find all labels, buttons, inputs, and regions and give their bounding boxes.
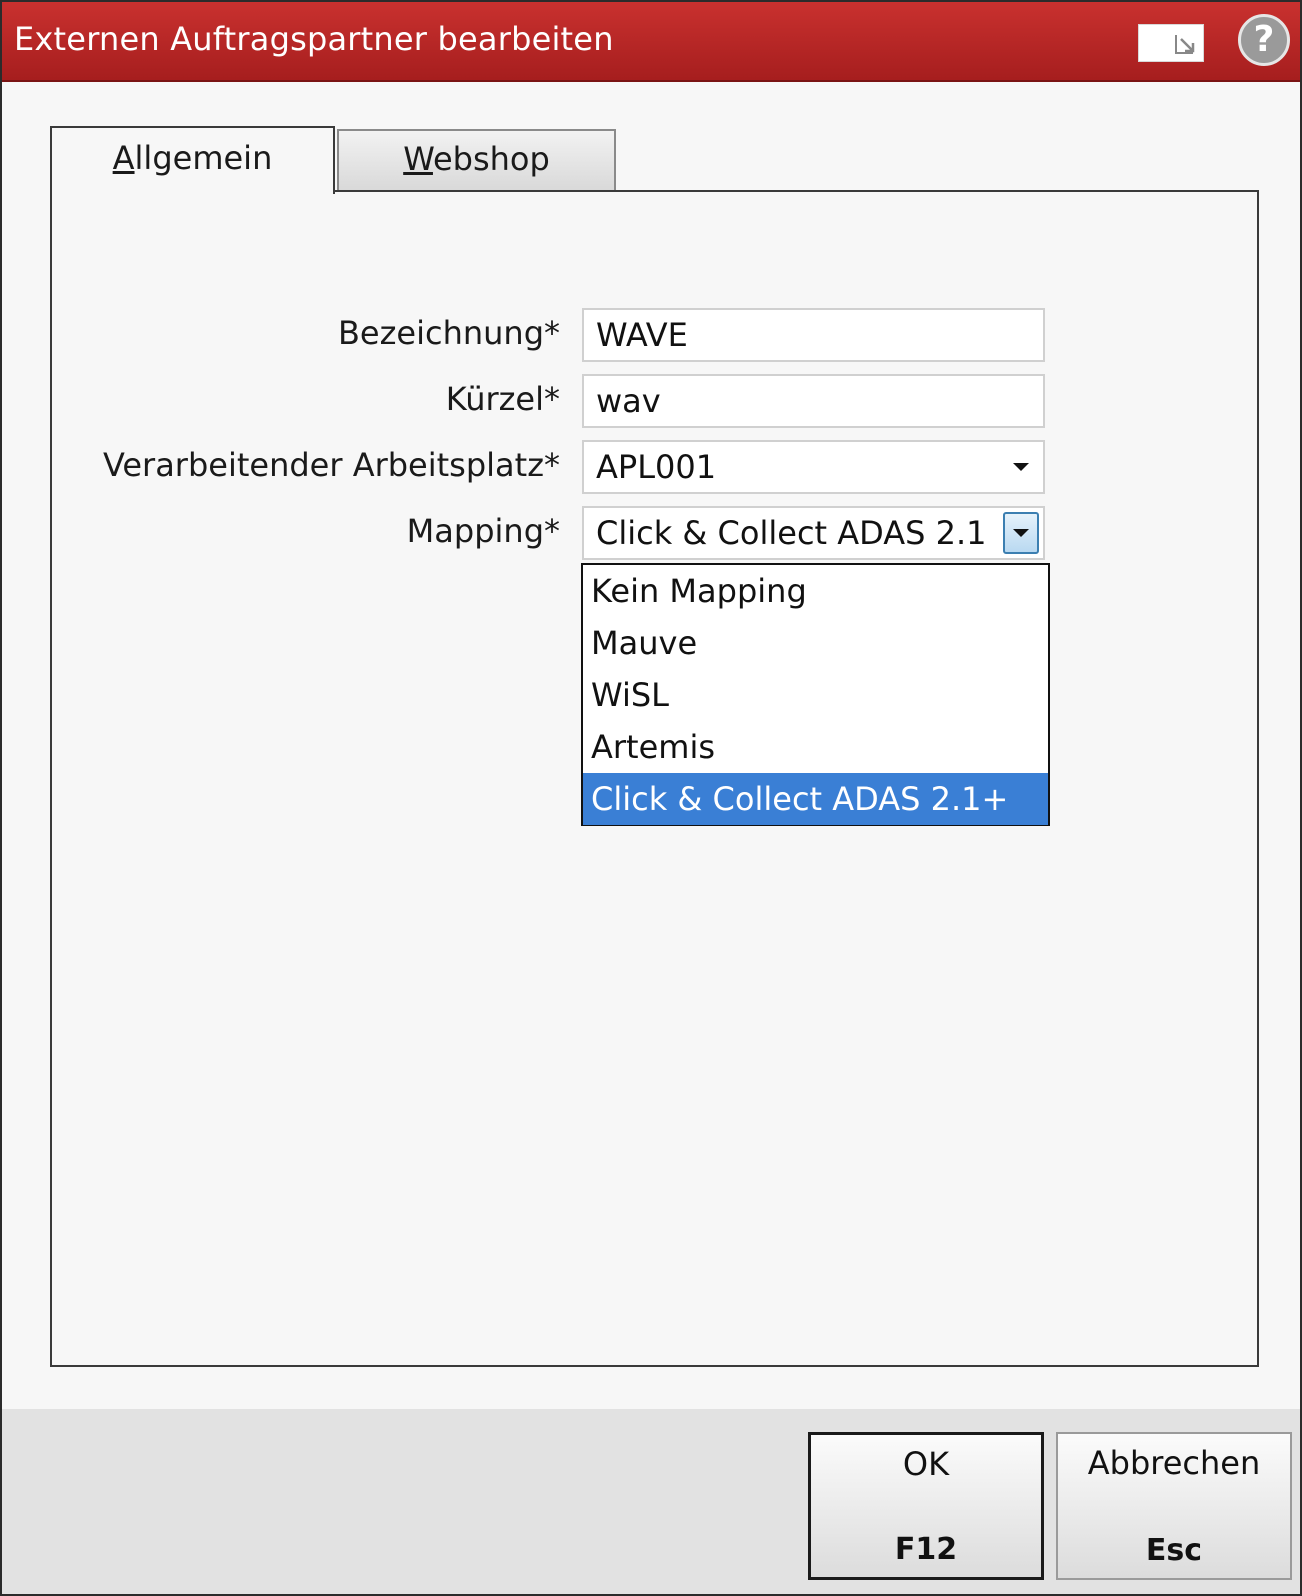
title-bar[interactable]: Externen Auftragspartner bearbeiten ? bbox=[2, 2, 1300, 82]
mapping-option-click-collect-adas[interactable]: Click & Collect ADAS 2.1+ bbox=[583, 773, 1048, 825]
mapping-option-wisl[interactable]: WiSL bbox=[583, 669, 1048, 721]
cancel-button-shortcut: Esc bbox=[1145, 1533, 1203, 1568]
mapping-select[interactable]: Click & Collect ADAS 2.1 bbox=[582, 506, 1045, 560]
chevron-down-icon bbox=[1013, 529, 1029, 537]
arbeitsplatz-label: Verarbeitender Arbeitsplatz* bbox=[102, 446, 560, 484]
bezeichnung-input[interactable]: WAVE bbox=[582, 308, 1045, 362]
mapping-option-kein-mapping[interactable]: Kein Mapping bbox=[583, 565, 1048, 617]
mapping-dropdown-list: Kein Mapping Mauve WiSL Artemis Click & … bbox=[581, 563, 1050, 826]
kuerzel-input[interactable]: wav bbox=[582, 374, 1045, 428]
tab-webshop[interactable]: Webshop bbox=[337, 129, 616, 190]
mapping-option-mauve[interactable]: Mauve bbox=[583, 617, 1048, 669]
mapping-dropdown-button[interactable] bbox=[1003, 512, 1039, 554]
ok-button-label: OK bbox=[902, 1445, 950, 1483]
ok-button[interactable]: OK F12 bbox=[808, 1432, 1044, 1580]
tab-allgemein[interactable]: Allgemein bbox=[50, 126, 335, 194]
tab-webshop-mnemonic: W bbox=[403, 140, 433, 178]
arbeitsplatz-dropdown-button[interactable] bbox=[1003, 446, 1039, 488]
help-icon[interactable]: ? bbox=[1238, 14, 1290, 66]
mapping-label: Mapping* bbox=[406, 512, 560, 550]
tab-webshop-label: ebshop bbox=[432, 140, 550, 178]
dialog-title: Externen Auftragspartner bearbeiten bbox=[14, 20, 614, 58]
mapping-value: Click & Collect ADAS 2.1 bbox=[596, 514, 987, 552]
dialog-window: Externen Auftragspartner bearbeiten ? Al… bbox=[0, 0, 1302, 1596]
cancel-button[interactable]: Abbrechen Esc bbox=[1056, 1432, 1292, 1580]
tab-allgemein-mnemonic: A bbox=[112, 139, 135, 177]
chevron-down-icon bbox=[1013, 463, 1029, 471]
mapping-option-artemis[interactable]: Artemis bbox=[583, 721, 1048, 773]
arbeitsplatz-value: APL001 bbox=[596, 448, 717, 486]
window-restore-icon[interactable] bbox=[1138, 24, 1204, 62]
cancel-button-label: Abbrechen bbox=[1087, 1444, 1261, 1482]
ok-button-shortcut: F12 bbox=[894, 1532, 958, 1567]
tab-allgemein-label: llgemein bbox=[134, 139, 273, 177]
kuerzel-label: Kürzel* bbox=[445, 380, 560, 418]
bezeichnung-label: Bezeichnung* bbox=[337, 314, 560, 352]
arbeitsplatz-select[interactable]: APL001 bbox=[582, 440, 1045, 494]
